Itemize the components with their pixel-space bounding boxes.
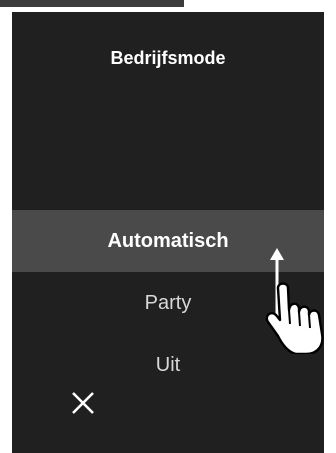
mode-picker-screen: Bedrijfsmode Automatisch Party Uit <box>12 12 324 453</box>
device-top-strip <box>0 0 184 7</box>
device-right-edge <box>324 12 336 453</box>
swipe-vertical-hand-icon <box>265 248 324 354</box>
close-button[interactable] <box>66 386 100 420</box>
page-title: Bedrijfsmode <box>110 48 226 68</box>
close-icon <box>72 392 94 414</box>
